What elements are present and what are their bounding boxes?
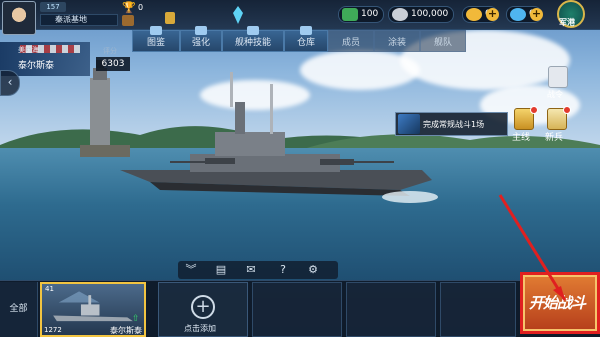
main-quest-button[interactable]: 主线 [510, 106, 538, 143]
help-icon[interactable]: ? [276, 263, 290, 277]
newbie-label: 新兵 [545, 133, 564, 143]
tab-label: 图鉴 [146, 38, 165, 48]
tab-fleet[interactable]: 舰队 [420, 30, 466, 52]
tab-label: 仓库 [296, 38, 315, 48]
gold-resource[interactable]: 0 + [462, 6, 499, 23]
bottom-toolbar: ︾ ▤ ✉ ? ⚙ [178, 261, 338, 279]
warehouse-icon [300, 26, 312, 35]
diamond-resource[interactable]: 0 + [506, 6, 543, 23]
port-label: 军港 [559, 18, 575, 27]
book-icon [150, 26, 162, 35]
score-label: 评分 [103, 47, 117, 55]
trophy-count: 0 [138, 3, 144, 12]
selected-ship-slot[interactable]: 41 ⇧ 1272 泰尔斯泰 [40, 282, 146, 337]
mission-icon [398, 114, 420, 134]
silver-resource[interactable]: 100,000 [388, 6, 454, 23]
cash-value: 100 [361, 9, 379, 19]
empty-ship-slot[interactable] [252, 282, 342, 337]
rank-icon[interactable] [165, 12, 175, 24]
collapse-icon[interactable]: ︾ [184, 263, 198, 277]
upgrade-arrow-icon: ⇧ [132, 314, 140, 324]
ship-number: 1272 [44, 326, 62, 334]
battleship-model [120, 72, 438, 203]
filter-all-button[interactable]: 全部 [0, 282, 38, 337]
upgrade-icon [195, 26, 207, 35]
silver-value: 100,000 [411, 9, 449, 19]
add-diamond-button[interactable]: + [530, 8, 543, 21]
cash-icon [342, 8, 358, 21]
add-gold-button[interactable]: + [486, 8, 499, 21]
add-ship-label: 点击添加 [184, 324, 216, 333]
newbie-button[interactable]: 新兵 [543, 106, 571, 143]
silver-icon [392, 8, 408, 21]
combat-order-icon [548, 66, 568, 88]
tutorial-arrow-icon [498, 194, 567, 301]
player-avatar[interactable] [2, 1, 36, 35]
mission-banner[interactable]: 完成常规战斗1场 [395, 112, 508, 136]
main-quest-label: 主线 [512, 133, 531, 143]
tab-upgrade[interactable]: 强化 [180, 26, 222, 52]
mail-icon[interactable]: ✉ [244, 263, 258, 277]
tab-label: 舰种技能 [234, 38, 271, 48]
notification-badge [563, 106, 571, 114]
diamond-icon [510, 8, 526, 21]
tab-ship-skills[interactable]: 舰种技能 [222, 26, 284, 52]
skill-icon [247, 26, 259, 35]
tab-label: 涂装 [387, 38, 406, 48]
notification-badge [530, 106, 538, 114]
ship-tabs: 图鉴 强化 舰种技能 仓库 成员 涂装 舰队 [132, 26, 472, 52]
base-name[interactable]: 秦派基地 [40, 14, 118, 26]
ship-slot-name: 泰尔斯泰 [110, 326, 142, 335]
tab-warehouse[interactable]: 仓库 [284, 26, 328, 52]
player-level: 157 [40, 2, 66, 12]
port-button[interactable]: 军港 [548, 0, 596, 30]
ship-score: 6303 [96, 57, 130, 71]
ship-tier: 41 [45, 285, 54, 293]
tab-crew[interactable]: 成员 [328, 30, 374, 52]
ticket-icon[interactable] [122, 15, 134, 26]
ship-name: 泰尔斯泰 [18, 61, 55, 71]
gold-icon [466, 8, 482, 21]
settings-gear-icon[interactable]: ⚙ [306, 263, 320, 277]
cash-resource[interactable]: 100 [338, 6, 384, 23]
tab-label: 强化 [191, 38, 210, 48]
crystal-icon[interactable] [233, 6, 243, 24]
tab-label: 成员 [341, 38, 360, 48]
plus-icon: + [191, 295, 215, 319]
empty-ship-slot[interactable] [346, 282, 436, 337]
chat-icon[interactable]: ▤ [214, 263, 228, 277]
add-ship-slot[interactable]: + 点击添加 [158, 282, 248, 337]
tab-catalog[interactable]: 图鉴 [132, 26, 180, 52]
mission-text: 完成常规战斗1场 [423, 120, 485, 129]
tab-label: 舰队 [433, 38, 452, 48]
ship-country: 美国海 [18, 46, 39, 54]
ship-info-card[interactable]: 美国海 泰尔斯泰 评分 6303 [0, 42, 132, 76]
combat-order-button[interactable]: 战令 [545, 66, 571, 104]
combat-order-label: 战令 [547, 90, 563, 99]
trophy-icon: 🏆 [122, 1, 136, 14]
tab-paint[interactable]: 涂装 [374, 30, 420, 52]
